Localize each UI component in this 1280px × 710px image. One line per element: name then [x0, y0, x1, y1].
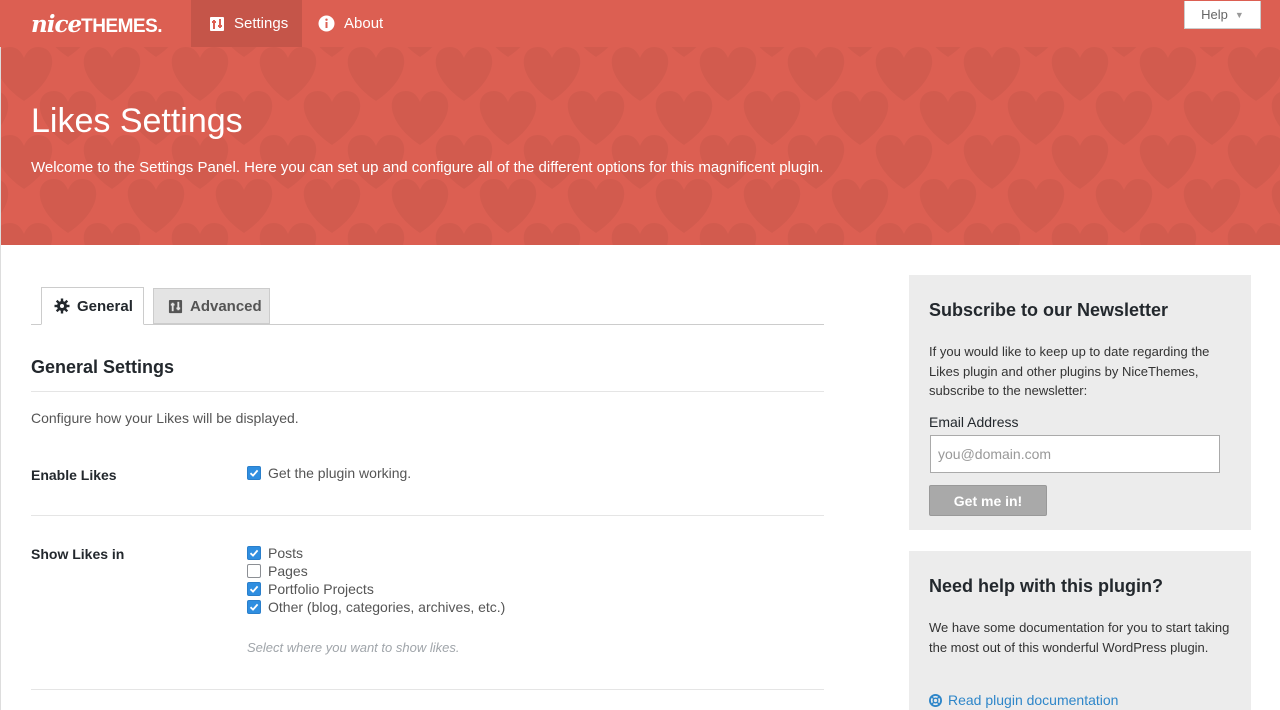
page-title: Likes Settings — [31, 102, 243, 140]
tab-advanced[interactable]: Advanced — [153, 288, 270, 324]
logo-text-nice: nice — [31, 11, 82, 38]
get-plugin-working-checkbox-row[interactable]: Get the plugin working. — [247, 465, 411, 481]
lifebuoy-icon — [929, 693, 942, 707]
divider — [31, 689, 824, 690]
email-address-label: Email Address — [929, 414, 1019, 430]
sliders-icon — [167, 298, 183, 314]
page-description: Welcome to the Settings Panel. Here you … — [31, 159, 824, 176]
checkbox-label: Pages — [268, 563, 308, 579]
section-title: General Settings — [31, 357, 175, 377]
caret-down-icon: ▼ — [1234, 9, 1244, 20]
show-likes-hint: Select where you want to show likes. — [247, 640, 460, 655]
checkbox-label: Other (blog, categories, archives, etc.) — [268, 599, 506, 615]
nav-settings-label: Settings — [234, 15, 289, 32]
tab-general[interactable]: General — [41, 287, 144, 325]
help-box-title: Need help with this plugin? — [929, 576, 1163, 596]
show-likes-in-label: Show Likes in — [31, 546, 125, 562]
email-field[interactable] — [930, 435, 1220, 473]
help-box-text: We have some documentation for you to st… — [929, 620, 1230, 655]
checkbox-checked[interactable] — [247, 582, 261, 596]
nicethemes-logo[interactable]: niceTHEMES. — [31, 10, 163, 41]
help-box: Need help with this plugin? We have some… — [909, 551, 1251, 710]
checkbox-label: Get the plugin working. — [268, 465, 412, 481]
checkbox-checked[interactable] — [247, 600, 261, 614]
nav-settings[interactable]: Settings — [191, 0, 302, 47]
nav-about-label: About — [344, 15, 384, 32]
settings-sliders-icon — [208, 15, 225, 32]
help-button[interactable]: Help ▼ — [1184, 1, 1261, 29]
show-in-posts-checkbox-row[interactable]: Posts — [247, 545, 303, 561]
left-border — [0, 47, 1, 710]
checkbox-unchecked[interactable] — [247, 564, 261, 578]
newsletter-box: Subscribe to our Newsletter If you would… — [909, 275, 1251, 530]
section-description: Configure how your Likes will be display… — [31, 410, 299, 426]
help-button-label: Help — [1201, 7, 1228, 22]
checkbox-label: Posts — [268, 545, 304, 561]
newsletter-text: If you would like to keep up to date reg… — [929, 344, 1210, 398]
newsletter-title: Subscribe to our Newsletter — [929, 300, 1169, 320]
show-in-portfolio-checkbox-row[interactable]: Portfolio Projects — [247, 581, 374, 597]
enable-likes-label: Enable Likes — [31, 467, 117, 483]
checkbox-label: Portfolio Projects — [268, 581, 374, 597]
divider — [31, 515, 824, 516]
subscribe-button[interactable]: Get me in! — [929, 485, 1047, 516]
tab-advanced-label: Advanced — [190, 297, 262, 315]
logo-text-themes: THEMES. — [81, 16, 163, 37]
read-documentation-label: Read plugin documentation — [948, 692, 1119, 708]
read-documentation-link[interactable]: Read plugin documentation — [929, 692, 1118, 708]
info-circle-icon — [318, 15, 335, 32]
checkbox-checked[interactable] — [247, 546, 261, 560]
gear-icon — [54, 298, 70, 314]
tab-general-label: General — [77, 297, 133, 315]
show-in-other-checkbox-row[interactable]: Other (blog, categories, archives, etc.) — [247, 599, 505, 615]
nav-about[interactable]: About — [303, 0, 403, 47]
heart-pattern-background — [0, 47, 1280, 245]
divider — [31, 391, 824, 392]
checkbox-checked[interactable] — [247, 466, 261, 480]
show-in-pages-checkbox-row[interactable]: Pages — [247, 563, 308, 579]
hero-banner: Likes Settings Welcome to the Settings P… — [0, 47, 1280, 245]
top-navigation-bar: niceTHEMES. Settings About Help ▼ — [0, 0, 1280, 47]
settings-tabs: General Advanced — [31, 287, 824, 325]
